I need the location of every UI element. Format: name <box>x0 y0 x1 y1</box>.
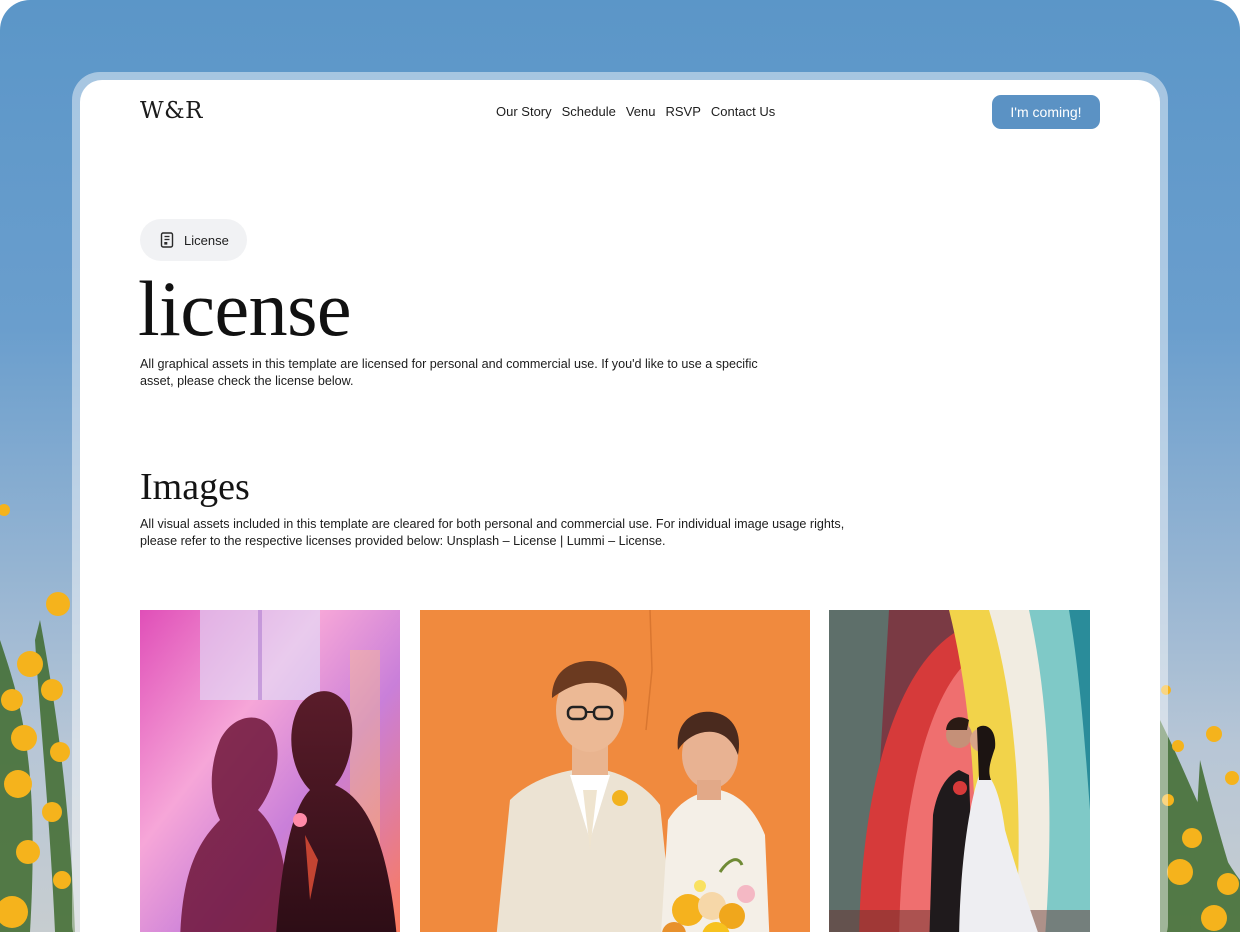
nav-link-our-story[interactable]: Our Story <box>496 104 552 119</box>
website-page: W&R Our Story Schedule Venu RSVP Contact… <box>80 80 1160 932</box>
photo-couple-orange-wall <box>420 610 810 932</box>
images-description: All visual assets included in this templ… <box>140 517 845 548</box>
images-heading: Images <box>140 466 250 508</box>
nav-link-contact-us[interactable]: Contact Us <box>711 104 775 119</box>
photo-couple-rainbow-arch <box>829 610 1090 932</box>
document-icon <box>160 232 174 248</box>
photo-couple-silhouette <box>140 610 400 932</box>
page-intro: All graphical assets in this template ar… <box>140 357 758 388</box>
nav-link-schedule[interactable]: Schedule <box>562 104 616 119</box>
license-badge: License <box>140 219 247 261</box>
badge-label: License <box>184 232 229 248</box>
im-coming-button[interactable]: I'm coming! <box>992 95 1100 129</box>
nav-link-venu[interactable]: Venu <box>626 104 656 119</box>
site-logo[interactable]: W&R <box>140 98 203 124</box>
main-nav: Our Story Schedule Venu RSVP Contact Us <box>496 104 775 119</box>
nav-link-rsvp[interactable]: RSVP <box>666 104 701 119</box>
page-title: license <box>138 265 352 352</box>
